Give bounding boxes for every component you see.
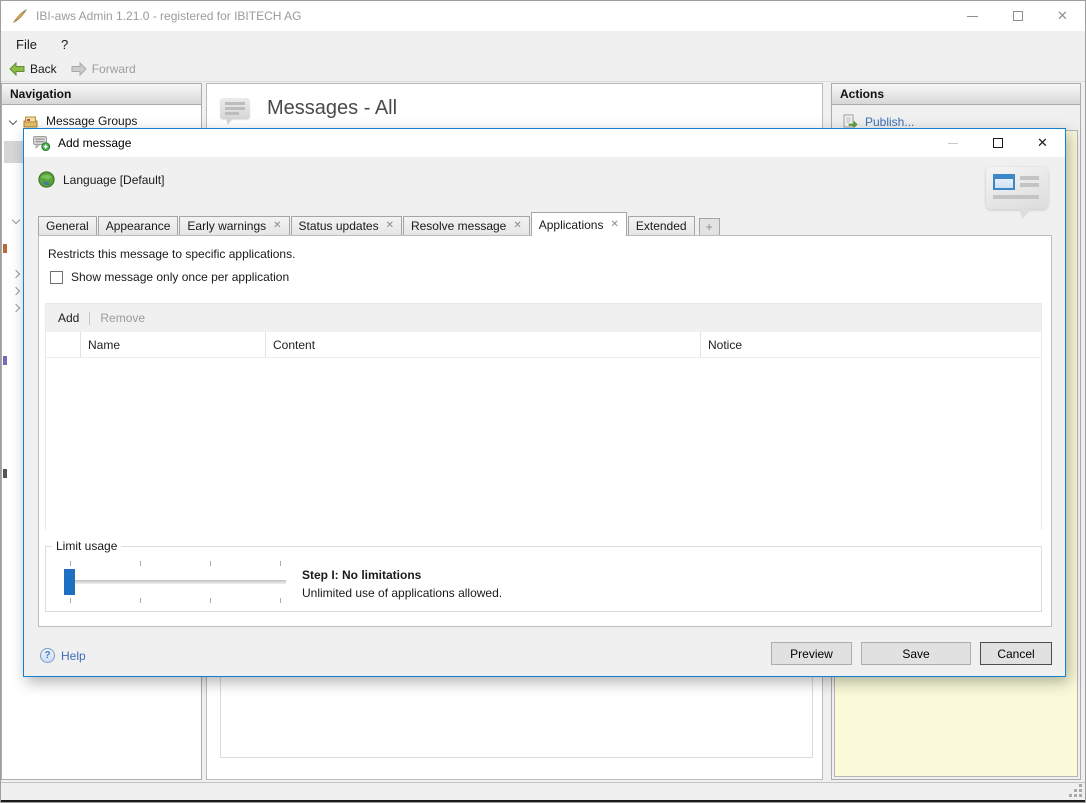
applications-list-toolbar: Add Remove: [46, 304, 1041, 332]
maximize-icon: [993, 138, 1003, 148]
tab-status-updates[interactable]: Status updates✕: [291, 216, 402, 236]
chevron-down-icon[interactable]: [12, 216, 20, 224]
dialog-title: Add message: [58, 136, 930, 150]
chevron-right-icon[interactable]: [12, 270, 20, 278]
close-icon: ✕: [1057, 8, 1068, 24]
once-per-application-row: Show message only once per application: [50, 270, 289, 284]
publish-label: Publish...: [865, 115, 914, 129]
actions-header: Actions: [832, 84, 1080, 105]
add-tab-button[interactable]: +: [699, 218, 720, 236]
publish-icon: [842, 114, 858, 129]
add-message-dialog: Add message ✕ Language [Default] General…: [23, 128, 1066, 677]
tab-close-icon[interactable]: ✕: [610, 220, 618, 230]
step-description: Unlimited use of applications allowed.: [302, 584, 502, 602]
tab-extended[interactable]: Extended: [628, 216, 695, 236]
maximize-button[interactable]: [995, 1, 1040, 31]
limit-usage-text: Step I: No limitations Unlimited use of …: [302, 566, 502, 602]
applications-table-header: Name Content Notice: [46, 332, 1041, 358]
add-message-icon: [33, 135, 50, 151]
app-title: IBI-aws Admin 1.21.0 - registered for IB…: [36, 9, 950, 23]
tree-item-label: Message Groups: [46, 114, 137, 128]
forward-button[interactable]: Forward: [71, 62, 136, 76]
tab-applications[interactable]: Applications✕: [531, 212, 627, 236]
applications-list-group: Add Remove Name Content Notice: [45, 303, 1042, 530]
dialog-close-button[interactable]: ✕: [1020, 129, 1065, 157]
app-window: IBI-aws Admin 1.21.0 - registered for IB…: [0, 0, 1086, 803]
dialog-maximize-button[interactable]: [975, 129, 1020, 157]
tree-icon-fragment: [3, 469, 7, 478]
chevron-down-icon[interactable]: [9, 117, 17, 125]
status-bar: [1, 782, 1085, 800]
app-titlebar: IBI-aws Admin 1.21.0 - registered for IB…: [1, 1, 1085, 31]
resize-grip-icon[interactable]: [1069, 784, 1082, 797]
message-watermark-icon: [986, 167, 1048, 209]
publish-link[interactable]: Publish...: [842, 114, 1080, 129]
chevron-right-icon[interactable]: [12, 304, 20, 312]
globe-icon: [38, 171, 55, 188]
help-link[interactable]: ? Help: [40, 648, 86, 663]
column-header-notice[interactable]: Notice: [701, 332, 1041, 357]
messages-title-row: Messages - All: [207, 84, 822, 120]
help-label: Help: [61, 649, 86, 663]
minimize-button[interactable]: [950, 1, 995, 31]
back-button[interactable]: Back: [9, 62, 57, 76]
window-controls: ✕: [950, 1, 1085, 31]
forward-arrow-icon: [71, 62, 87, 76]
tree-icon-fragment: [3, 244, 7, 253]
language-label: Language [Default]: [63, 173, 164, 187]
preview-button[interactable]: Preview: [771, 642, 852, 665]
menu-help[interactable]: ?: [61, 37, 68, 52]
column-header-content[interactable]: Content: [266, 332, 701, 357]
tab-appearance[interactable]: Appearance: [98, 216, 179, 236]
tab-description: Restricts this message to specific appli…: [48, 247, 295, 261]
tab-general[interactable]: General: [38, 216, 97, 236]
slider-track[interactable]: [70, 580, 286, 584]
app-icon: [12, 8, 28, 24]
tab-close-icon[interactable]: ✕: [386, 221, 394, 231]
column-header-name[interactable]: Name: [81, 332, 266, 357]
page-title: Messages - All: [267, 97, 397, 120]
menubar: File ?: [1, 31, 1085, 57]
row-selector-column: [46, 332, 81, 357]
minimize-icon: [967, 16, 978, 17]
limit-usage-legend: Limit usage: [52, 539, 121, 553]
add-application-button[interactable]: Add: [58, 311, 79, 325]
dialog-buttons: Preview Save Cancel: [771, 642, 1052, 665]
language-selector[interactable]: Language [Default]: [38, 171, 164, 188]
checkbox-label: Show message only once per application: [71, 270, 289, 284]
slider-thumb[interactable]: [64, 569, 75, 595]
cancel-button[interactable]: Cancel: [980, 642, 1052, 665]
remove-application-button[interactable]: Remove: [100, 311, 145, 325]
applications-tab-page: Restricts this message to specific appli…: [38, 235, 1052, 627]
close-icon: ✕: [1037, 135, 1048, 151]
maximize-icon: [1013, 11, 1023, 21]
window-thumb-icon: [993, 174, 1015, 190]
message-groups-icon: [23, 114, 39, 129]
limit-usage-group: Limit usage Step I: No limitations Unlim…: [45, 539, 1042, 612]
save-button[interactable]: Save: [861, 642, 971, 665]
back-arrow-icon: [9, 62, 25, 76]
dialog-minimize-button: [930, 129, 975, 157]
chevron-right-icon[interactable]: [12, 287, 20, 295]
tab-close-icon[interactable]: ✕: [513, 221, 521, 231]
limit-usage-slider[interactable]: [64, 559, 288, 605]
tree-icon-fragment: [3, 356, 7, 365]
toolbar-separator: [89, 312, 90, 325]
close-button[interactable]: ✕: [1040, 1, 1085, 31]
help-icon: ?: [40, 648, 55, 663]
tab-early-warnings[interactable]: Early warnings✕: [179, 216, 289, 236]
navigation-header: Navigation: [2, 84, 201, 105]
dialog-tab-strip: General Appearance Early warnings✕ Statu…: [38, 213, 720, 236]
nav-toolbar: Back Forward: [1, 57, 1085, 82]
tab-resolve-message[interactable]: Resolve message✕: [403, 216, 530, 236]
minimize-icon: [948, 143, 958, 144]
once-per-application-checkbox[interactable]: [50, 271, 63, 284]
dialog-titlebar: Add message ✕: [24, 129, 1065, 157]
step-title: Step I: No limitations: [302, 566, 502, 584]
messages-bubble-icon: [220, 98, 250, 119]
tab-close-icon[interactable]: ✕: [273, 221, 281, 231]
applications-table-body[interactable]: [46, 358, 1041, 530]
menu-file[interactable]: File: [16, 37, 37, 52]
